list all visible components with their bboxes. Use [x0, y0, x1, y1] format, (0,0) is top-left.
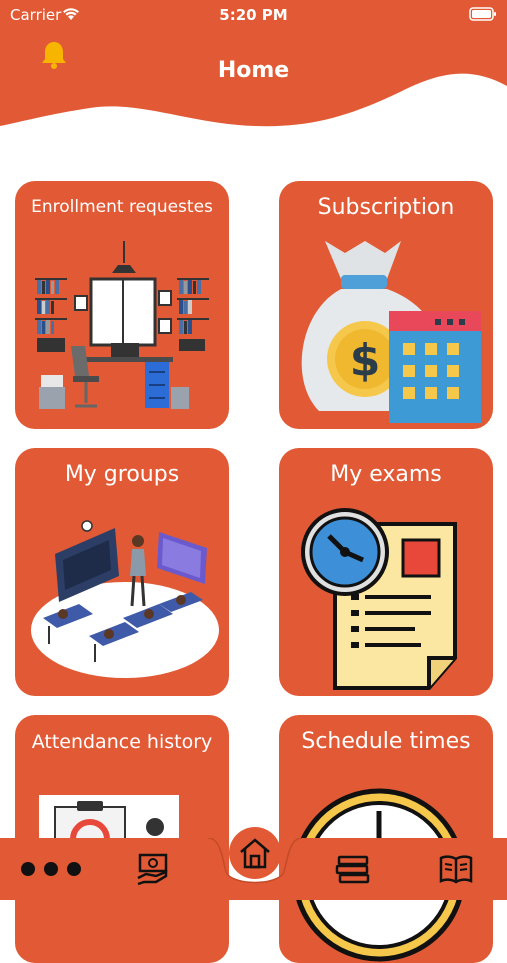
home-icon	[240, 838, 270, 869]
office-illustration-icon	[35, 241, 209, 409]
card-enrollment-requests[interactable]: Enrollment requestes	[15, 181, 229, 429]
tab-home-button[interactable]	[229, 827, 281, 879]
tab-library[interactable]	[416, 838, 496, 900]
card-title: Attendance history	[31, 731, 213, 753]
tab-more[interactable]	[11, 838, 91, 900]
card-title: My groups	[64, 462, 180, 487]
tab-payments[interactable]	[113, 838, 193, 900]
card-title: Enrollment requestes	[31, 197, 213, 217]
app-header: Carrier 5:20 PM Home	[0, 0, 507, 140]
card-title: Subscription	[317, 195, 455, 220]
card-my-groups[interactable]: My groups	[15, 448, 229, 696]
battery-icon	[469, 7, 496, 21]
more-dots-icon	[21, 862, 81, 876]
books-stack-icon	[335, 855, 370, 884]
page-title: Home	[217, 58, 290, 83]
card-my-exams[interactable]: My exams	[279, 448, 493, 696]
status-bar: Carrier 5:20 PM	[0, 0, 507, 30]
tab-courses[interactable]	[313, 838, 393, 900]
card-title: My exams	[330, 462, 442, 487]
status-time: 5:20 PM	[219, 6, 288, 24]
svg-text:$: $	[350, 335, 381, 386]
card-subscription[interactable]: $ Subscription	[279, 181, 493, 429]
open-book-icon	[439, 855, 473, 884]
card-title: Schedule times	[301, 729, 471, 754]
payment-icon	[137, 853, 168, 886]
